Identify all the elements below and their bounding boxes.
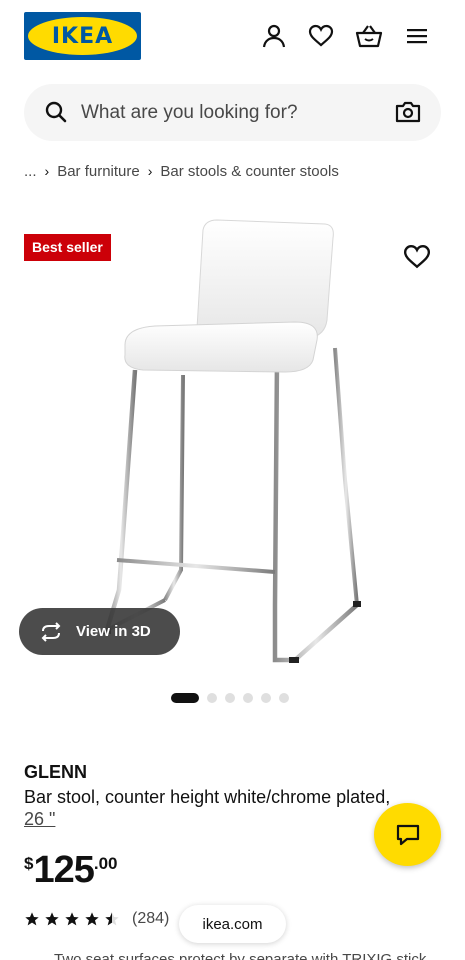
chat-button[interactable] xyxy=(374,803,441,866)
search-icon xyxy=(44,100,68,124)
header: IKEA xyxy=(0,0,465,72)
breadcrumb-bar-stools[interactable]: Bar stools & counter stools xyxy=(160,163,338,180)
star-full-icon xyxy=(65,912,79,926)
view-in-3d-label: View in 3D xyxy=(76,623,151,640)
account-icon[interactable] xyxy=(258,20,290,52)
price-currency: $ xyxy=(24,854,34,873)
product-summary-text: Two seat surfaces protect by separate wi… xyxy=(54,951,427,960)
rotate-3d-icon xyxy=(39,622,63,642)
carousel-dot[interactable] xyxy=(261,693,271,703)
star-full-icon xyxy=(45,912,59,926)
carousel-dot-active[interactable] xyxy=(171,693,199,703)
browser-url-pill[interactable]: ikea.com xyxy=(179,905,286,943)
product-measurement-link[interactable]: 26 " xyxy=(24,809,55,830)
camera-icon[interactable] xyxy=(395,100,421,124)
heart-icon[interactable] xyxy=(305,20,337,52)
search-input[interactable]: What are you looking for? xyxy=(81,102,298,124)
breadcrumb-ellipsis[interactable]: ... xyxy=(24,163,37,180)
breadcrumb-bar-furniture[interactable]: Bar furniture xyxy=(57,163,140,180)
search-bar[interactable]: What are you looking for? xyxy=(24,84,441,141)
product-name: GLENN xyxy=(24,762,87,782)
chevron-right-icon: › xyxy=(44,163,50,179)
carousel-dot[interactable] xyxy=(279,693,289,703)
carousel-dot[interactable] xyxy=(243,693,253,703)
price-integer: 125 xyxy=(33,849,94,891)
star-full-icon xyxy=(25,912,39,926)
price-decimal: .00 xyxy=(93,854,118,873)
star-half-icon xyxy=(105,912,119,926)
product-price: $ 125 .00 xyxy=(24,850,118,892)
carousel-dot[interactable] xyxy=(225,693,235,703)
favourite-heart-icon[interactable] xyxy=(403,244,431,270)
view-in-3d-button[interactable]: View in 3D xyxy=(19,608,180,655)
star-full-icon xyxy=(85,912,99,926)
chevron-right-icon: › xyxy=(147,163,153,179)
logo-text: IKEA xyxy=(51,23,114,49)
menu-icon[interactable] xyxy=(401,20,433,52)
review-count[interactable]: (284) xyxy=(132,910,169,928)
product-description: Bar stool, counter height white/chrome p… xyxy=(24,787,391,807)
image-carousel-indicator[interactable] xyxy=(171,692,289,704)
carousel-dot[interactable] xyxy=(207,693,217,703)
breadcrumb: ... › Bar furniture › Bar stools & count… xyxy=(24,161,339,181)
product-rating[interactable]: (284) xyxy=(24,908,169,930)
chat-icon xyxy=(396,824,419,845)
ikea-logo[interactable]: IKEA xyxy=(24,12,141,60)
basket-icon[interactable] xyxy=(353,20,385,52)
